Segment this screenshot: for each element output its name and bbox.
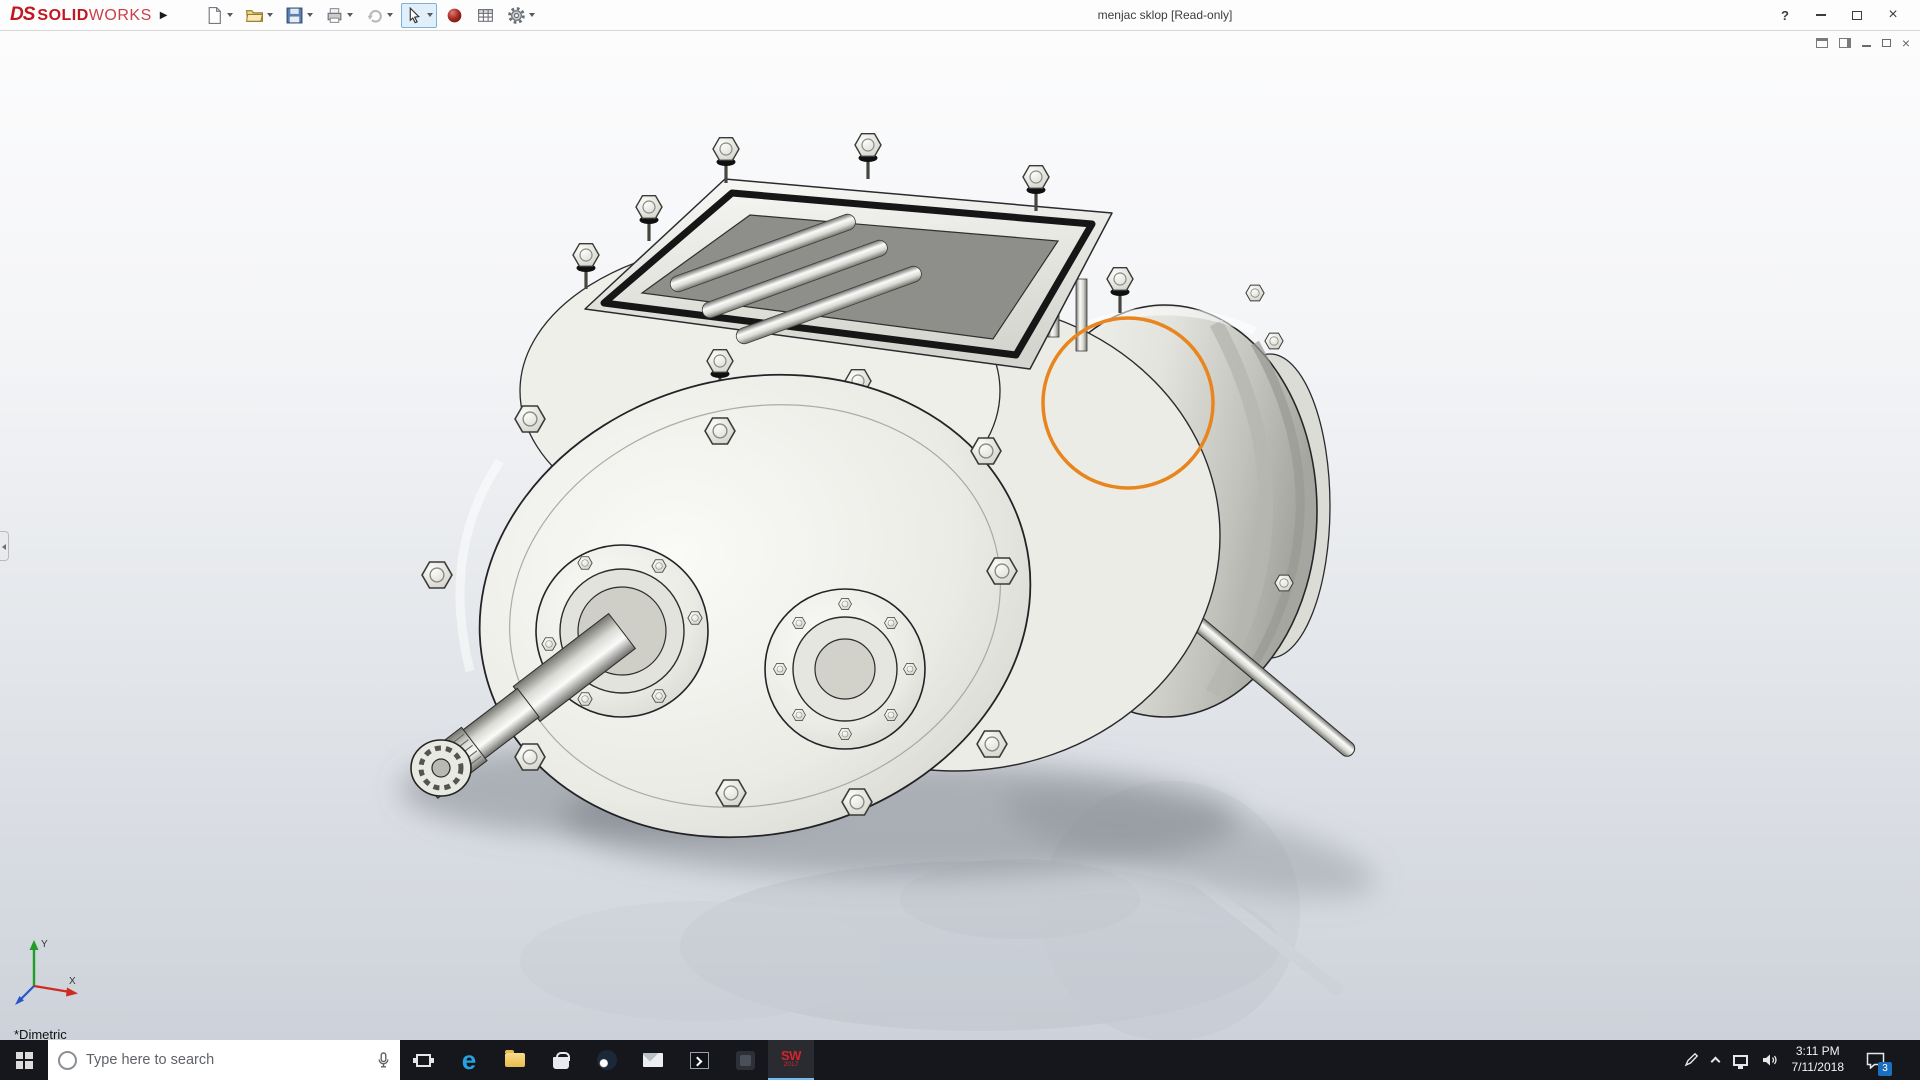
dropdown-caret-icon[interactable]: [427, 13, 433, 17]
quick-access-toolbar: [201, 3, 539, 28]
app-titlebar: DS SOLID WORKS ▶: [0, 0, 1920, 31]
file-explorer-icon: [505, 1053, 525, 1067]
secondary-hub[interactable]: [765, 589, 925, 749]
edge-icon: e: [462, 1047, 476, 1073]
window-controls: ? ×: [1772, 4, 1920, 26]
undo-arrow-icon: [365, 6, 384, 25]
store-bag-icon: [553, 1057, 569, 1069]
corner-post: [1076, 279, 1087, 351]
pane-icon: [1839, 38, 1851, 48]
solidworks-logo: DS SOLID WORKS: [0, 4, 152, 26]
document-window-controls: ×: [1816, 36, 1910, 50]
gear-icon: [507, 6, 526, 25]
close-button[interactable]: ×: [1880, 4, 1906, 26]
steam-button[interactable]: [584, 1040, 630, 1080]
print-button[interactable]: [321, 3, 357, 28]
options-button[interactable]: [503, 3, 539, 28]
select-cursor-icon: [405, 6, 424, 25]
command-prompt-button[interactable]: [676, 1040, 722, 1080]
doc-minimize-button[interactable]: [1862, 39, 1871, 47]
task-view-button[interactable]: [400, 1040, 446, 1080]
pane-left-button[interactable]: [1816, 38, 1828, 48]
windows-taskbar: e SW 2017 3:11 PM 7/11/2018 3: [0, 1040, 1920, 1080]
open-folder-icon: [245, 6, 264, 25]
start-button[interactable]: [0, 1040, 48, 1080]
dropdown-caret-icon[interactable]: [227, 13, 233, 17]
app-button[interactable]: [722, 1040, 768, 1080]
y-axis-label: Y: [41, 939, 48, 950]
command-prompt-icon: [690, 1052, 709, 1069]
steam-icon: [597, 1050, 617, 1070]
clock-date: 7/11/2018: [1792, 1060, 1845, 1076]
design-table-button[interactable]: [472, 3, 499, 28]
minimize-icon: [1816, 14, 1826, 16]
clock-time: 3:11 PM: [1792, 1044, 1845, 1060]
minimize-button[interactable]: [1808, 4, 1834, 26]
dark-app-icon: [736, 1051, 755, 1070]
mail-button[interactable]: [630, 1040, 676, 1080]
dropdown-caret-icon[interactable]: [267, 13, 273, 17]
appearance-button[interactable]: [441, 3, 468, 28]
hidden-icons-button[interactable]: [1712, 1055, 1719, 1065]
dropdown-caret-icon[interactable]: [347, 13, 353, 17]
graphics-area[interactable]: ×: [0, 31, 1920, 1040]
speaker-icon: [1762, 1053, 1778, 1067]
restore-icon: [1882, 39, 1891, 47]
open-document-button[interactable]: [241, 3, 277, 28]
design-table-icon: [476, 6, 495, 25]
network-icon: [1733, 1055, 1748, 1066]
dropdown-caret-icon[interactable]: [307, 13, 313, 17]
taskbar-search-box[interactable]: [48, 1040, 400, 1080]
help-button[interactable]: ?: [1772, 4, 1798, 26]
select-tool-button[interactable]: [401, 3, 437, 28]
brand-solid: SOLID: [37, 7, 88, 25]
solidworks-taskbar-button[interactable]: SW 2017: [768, 1040, 814, 1080]
chevron-up-icon: [1710, 1057, 1720, 1067]
doc-restore-button[interactable]: [1882, 39, 1891, 47]
save-button[interactable]: [281, 3, 317, 28]
doc-close-button[interactable]: ×: [1902, 36, 1910, 50]
mail-envelope-icon: [643, 1053, 663, 1067]
maximize-icon: [1852, 11, 1862, 20]
printer-icon: [325, 6, 344, 25]
pen-icon: [1684, 1053, 1698, 1067]
gearbox-3d-model[interactable]: [0, 31, 1920, 1040]
action-center-button[interactable]: 3: [1858, 1040, 1892, 1080]
new-document-button[interactable]: [201, 3, 237, 28]
notification-badge: 3: [1878, 1062, 1892, 1076]
edge-button[interactable]: e: [446, 1040, 492, 1080]
taskbar-spacer: [814, 1040, 1684, 1080]
new-document-icon: [205, 6, 224, 25]
file-explorer-button[interactable]: [492, 1040, 538, 1080]
store-button[interactable]: [538, 1040, 584, 1080]
windows-logo-icon: [16, 1052, 33, 1069]
brand-works: WORKS: [89, 7, 152, 25]
microphone-icon[interactable]: [377, 1052, 390, 1069]
dropdown-caret-icon[interactable]: [529, 13, 535, 17]
task-view-icon: [416, 1054, 431, 1067]
dropdown-caret-icon[interactable]: [387, 13, 393, 17]
volume-button[interactable]: [1762, 1053, 1778, 1067]
x-axis-label: X: [69, 976, 76, 987]
solidworks-year-label: 2017: [784, 1062, 798, 1069]
ds-monogram: DS: [10, 4, 34, 26]
menu-flyout-arrow-icon[interactable]: ▶: [160, 10, 168, 21]
save-floppy-icon: [285, 6, 304, 25]
network-button[interactable]: [1733, 1055, 1748, 1066]
red-sphere-icon: [445, 6, 464, 25]
document-title: menjac sklop [Read-only]: [1098, 8, 1233, 22]
minimize-icon: [1862, 45, 1871, 47]
undo-button[interactable]: [361, 3, 397, 28]
pane-icon: [1816, 38, 1828, 48]
cortana-icon[interactable]: [58, 1051, 77, 1070]
maximize-button[interactable]: [1844, 4, 1870, 26]
taskbar-clock[interactable]: 3:11 PM 7/11/2018: [1792, 1044, 1845, 1075]
reference-triad: Y X: [12, 934, 86, 1008]
system-tray: 3:11 PM 7/11/2018 3: [1684, 1040, 1920, 1080]
windows-ink-button[interactable]: [1684, 1053, 1698, 1067]
search-input[interactable]: [86, 1052, 368, 1068]
pane-right-button[interactable]: [1839, 38, 1851, 48]
